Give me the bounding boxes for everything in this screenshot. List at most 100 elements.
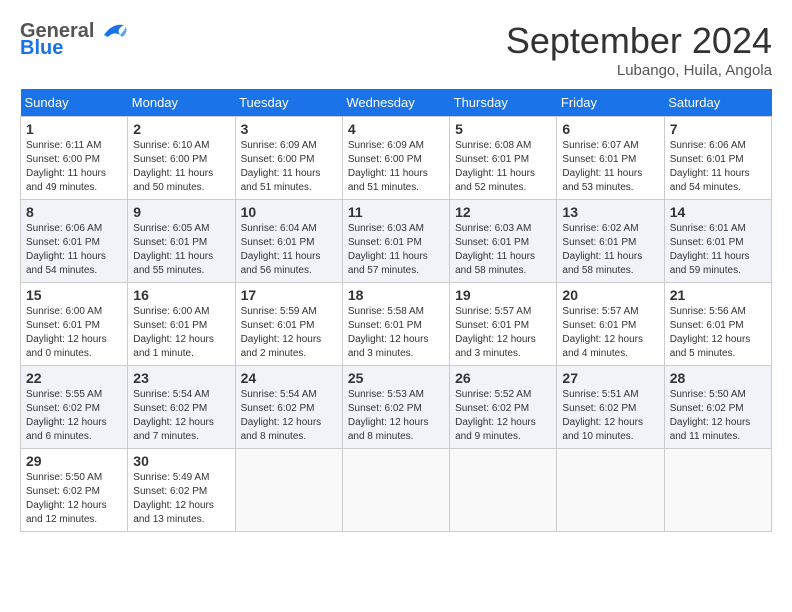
day-number: 3 — [241, 121, 337, 137]
day-info: Sunrise: 5:57 AMSunset: 6:01 PMDaylight:… — [562, 305, 658, 361]
day-info: Sunrise: 6:03 AMSunset: 6:01 PMDaylight:… — [455, 222, 551, 278]
calendar-day-13: 13 Sunrise: 6:02 AMSunset: 6:01 PMDayligh… — [557, 200, 664, 283]
day-info: Sunrise: 5:58 AMSunset: 6:01 PMDaylight:… — [348, 305, 444, 361]
day-info: Sunrise: 6:00 AMSunset: 6:01 PMDaylight:… — [26, 305, 122, 361]
day-info: Sunrise: 5:50 AMSunset: 6:02 PMDaylight:… — [670, 388, 766, 444]
day-info: Sunrise: 6:00 AMSunset: 6:01 PMDaylight:… — [133, 305, 229, 361]
day-number: 24 — [241, 370, 337, 386]
day-number: 5 — [455, 121, 551, 137]
calendar-day-2: 2 Sunrise: 6:10 AMSunset: 6:00 PMDaylight… — [128, 117, 235, 200]
calendar-header-sunday: Sunday — [21, 89, 128, 117]
day-info: Sunrise: 5:56 AMSunset: 6:01 PMDaylight:… — [670, 305, 766, 361]
day-info: Sunrise: 5:52 AMSunset: 6:02 PMDaylight:… — [455, 388, 551, 444]
calendar-day-5: 5 Sunrise: 6:08 AMSunset: 6:01 PMDaylight… — [450, 117, 557, 200]
calendar-day-16: 16 Sunrise: 6:00 AMSunset: 6:01 PMDayligh… — [128, 283, 235, 366]
location-text: Lubango, Huila, Angola — [506, 62, 772, 79]
day-number: 4 — [348, 121, 444, 137]
day-info: Sunrise: 5:55 AMSunset: 6:02 PMDaylight:… — [26, 388, 122, 444]
day-number: 26 — [455, 370, 551, 386]
calendar-day-29: 29Sunrise: 5:50 AMSunset: 6:02 PMDayligh… — [21, 449, 128, 532]
calendar-day-6: 6 Sunrise: 6:07 AMSunset: 6:01 PMDaylight… — [557, 117, 664, 200]
calendar-week-row-2: 8 Sunrise: 6:06 AMSunset: 6:01 PMDaylight… — [21, 200, 772, 283]
calendar-day-1: 1Sunrise: 6:11 AMSunset: 6:00 PMDaylight… — [21, 117, 128, 200]
day-info: Sunrise: 6:06 AMSunset: 6:01 PMDaylight:… — [26, 222, 122, 278]
calendar-day-14: 14 Sunrise: 6:01 AMSunset: 6:01 PMDayligh… — [664, 200, 771, 283]
day-info: Sunrise: 6:03 AMSunset: 6:01 PMDaylight:… — [348, 222, 444, 278]
calendar-day-21: 21 Sunrise: 5:56 AMSunset: 6:01 PMDayligh… — [664, 283, 771, 366]
empty-cell — [664, 449, 771, 532]
calendar-day-22: 22Sunrise: 5:55 AMSunset: 6:02 PMDayligh… — [21, 366, 128, 449]
calendar-header-monday: Monday — [128, 89, 235, 117]
day-info: Sunrise: 5:49 AMSunset: 6:02 PMDaylight:… — [133, 471, 229, 527]
month-title: September 2024 — [506, 20, 772, 62]
day-number: 2 — [133, 121, 229, 137]
day-info: Sunrise: 5:53 AMSunset: 6:02 PMDaylight:… — [348, 388, 444, 444]
day-info: Sunrise: 5:51 AMSunset: 6:02 PMDaylight:… — [562, 388, 658, 444]
day-number: 10 — [241, 204, 337, 220]
day-number: 28 — [670, 370, 766, 386]
day-number: 27 — [562, 370, 658, 386]
empty-cell — [557, 449, 664, 532]
calendar-day-18: 18 Sunrise: 5:58 AMSunset: 6:01 PMDayligh… — [342, 283, 449, 366]
day-number: 25 — [348, 370, 444, 386]
calendar-day-25: 25 Sunrise: 5:53 AMSunset: 6:02 PMDayligh… — [342, 366, 449, 449]
day-number: 14 — [670, 204, 766, 220]
logo-bird-icon — [96, 21, 128, 43]
day-number: 13 — [562, 204, 658, 220]
day-number: 20 — [562, 287, 658, 303]
day-number: 21 — [670, 287, 766, 303]
calendar-day-20: 20 Sunrise: 5:57 AMSunset: 6:01 PMDayligh… — [557, 283, 664, 366]
calendar-day-4: 4 Sunrise: 6:09 AMSunset: 6:00 PMDaylight… — [342, 117, 449, 200]
logo-blue-text: Blue — [20, 37, 63, 60]
calendar-day-7: 7Sunrise: 6:06 AMSunset: 6:01 PMDaylight… — [664, 117, 771, 200]
day-number: 8 — [26, 204, 122, 220]
day-info: Sunrise: 6:07 AMSunset: 6:01 PMDaylight:… — [562, 139, 658, 195]
day-number: 19 — [455, 287, 551, 303]
calendar-day-27: 27 Sunrise: 5:51 AMSunset: 6:02 PMDayligh… — [557, 366, 664, 449]
calendar-day-12: 12 Sunrise: 6:03 AMSunset: 6:01 PMDayligh… — [450, 200, 557, 283]
day-info: Sunrise: 6:09 AMSunset: 6:00 PMDaylight:… — [241, 139, 337, 195]
day-info: Sunrise: 6:01 AMSunset: 6:01 PMDaylight:… — [670, 222, 766, 278]
calendar-day-23: 23 Sunrise: 5:54 AMSunset: 6:02 PMDayligh… — [128, 366, 235, 449]
calendar-week-row-5: 29Sunrise: 5:50 AMSunset: 6:02 PMDayligh… — [21, 449, 772, 532]
calendar-header-friday: Friday — [557, 89, 664, 117]
logo: General Blue — [20, 20, 128, 60]
day-info: Sunrise: 5:57 AMSunset: 6:01 PMDaylight:… — [455, 305, 551, 361]
day-number: 12 — [455, 204, 551, 220]
calendar-header-saturday: Saturday — [664, 89, 771, 117]
day-info: Sunrise: 5:54 AMSunset: 6:02 PMDaylight:… — [241, 388, 337, 444]
day-number: 18 — [348, 287, 444, 303]
day-number: 15 — [26, 287, 122, 303]
calendar-day-24: 24 Sunrise: 5:54 AMSunset: 6:02 PMDayligh… — [235, 366, 342, 449]
day-number: 7 — [670, 121, 766, 137]
empty-cell — [342, 449, 449, 532]
day-info: Sunrise: 6:02 AMSunset: 6:01 PMDaylight:… — [562, 222, 658, 278]
calendar-week-row-3: 15 Sunrise: 6:00 AMSunset: 6:01 PMDayligh… — [21, 283, 772, 366]
day-info: Sunrise: 6:10 AMSunset: 6:00 PMDaylight:… — [133, 139, 229, 195]
day-number: 1 — [26, 121, 122, 137]
day-info: Sunrise: 6:08 AMSunset: 6:01 PMDaylight:… — [455, 139, 551, 195]
calendar-week-row-4: 22Sunrise: 5:55 AMSunset: 6:02 PMDayligh… — [21, 366, 772, 449]
calendar-day-3: 3 Sunrise: 6:09 AMSunset: 6:00 PMDaylight… — [235, 117, 342, 200]
calendar-day-15: 15 Sunrise: 6:00 AMSunset: 6:01 PMDayligh… — [21, 283, 128, 366]
calendar-table: SundayMondayTuesdayWednesdayThursdayFrid… — [20, 89, 772, 532]
calendar-day-30: 30 Sunrise: 5:49 AMSunset: 6:02 PMDayligh… — [128, 449, 235, 532]
calendar-day-26: 26 Sunrise: 5:52 AMSunset: 6:02 PMDayligh… — [450, 366, 557, 449]
day-number: 6 — [562, 121, 658, 137]
day-number: 16 — [133, 287, 229, 303]
day-info: Sunrise: 5:54 AMSunset: 6:02 PMDaylight:… — [133, 388, 229, 444]
day-number: 9 — [133, 204, 229, 220]
day-info: Sunrise: 6:05 AMSunset: 6:01 PMDaylight:… — [133, 222, 229, 278]
calendar-day-17: 17Sunrise: 5:59 AMSunset: 6:01 PMDayligh… — [235, 283, 342, 366]
calendar-day-28: 28 Sunrise: 5:50 AMSunset: 6:02 PMDayligh… — [664, 366, 771, 449]
day-number: 23 — [133, 370, 229, 386]
calendar-day-8: 8 Sunrise: 6:06 AMSunset: 6:01 PMDaylight… — [21, 200, 128, 283]
calendar-header-wednesday: Wednesday — [342, 89, 449, 117]
calendar-header-row: SundayMondayTuesdayWednesdayThursdayFrid… — [21, 89, 772, 117]
day-number: 30 — [133, 453, 229, 469]
day-number: 17 — [241, 287, 337, 303]
day-info: Sunrise: 6:09 AMSunset: 6:00 PMDaylight:… — [348, 139, 444, 195]
title-block: September 2024 Lubango, Huila, Angola — [506, 20, 772, 79]
day-number: 29 — [26, 453, 122, 469]
calendar-header-thursday: Thursday — [450, 89, 557, 117]
